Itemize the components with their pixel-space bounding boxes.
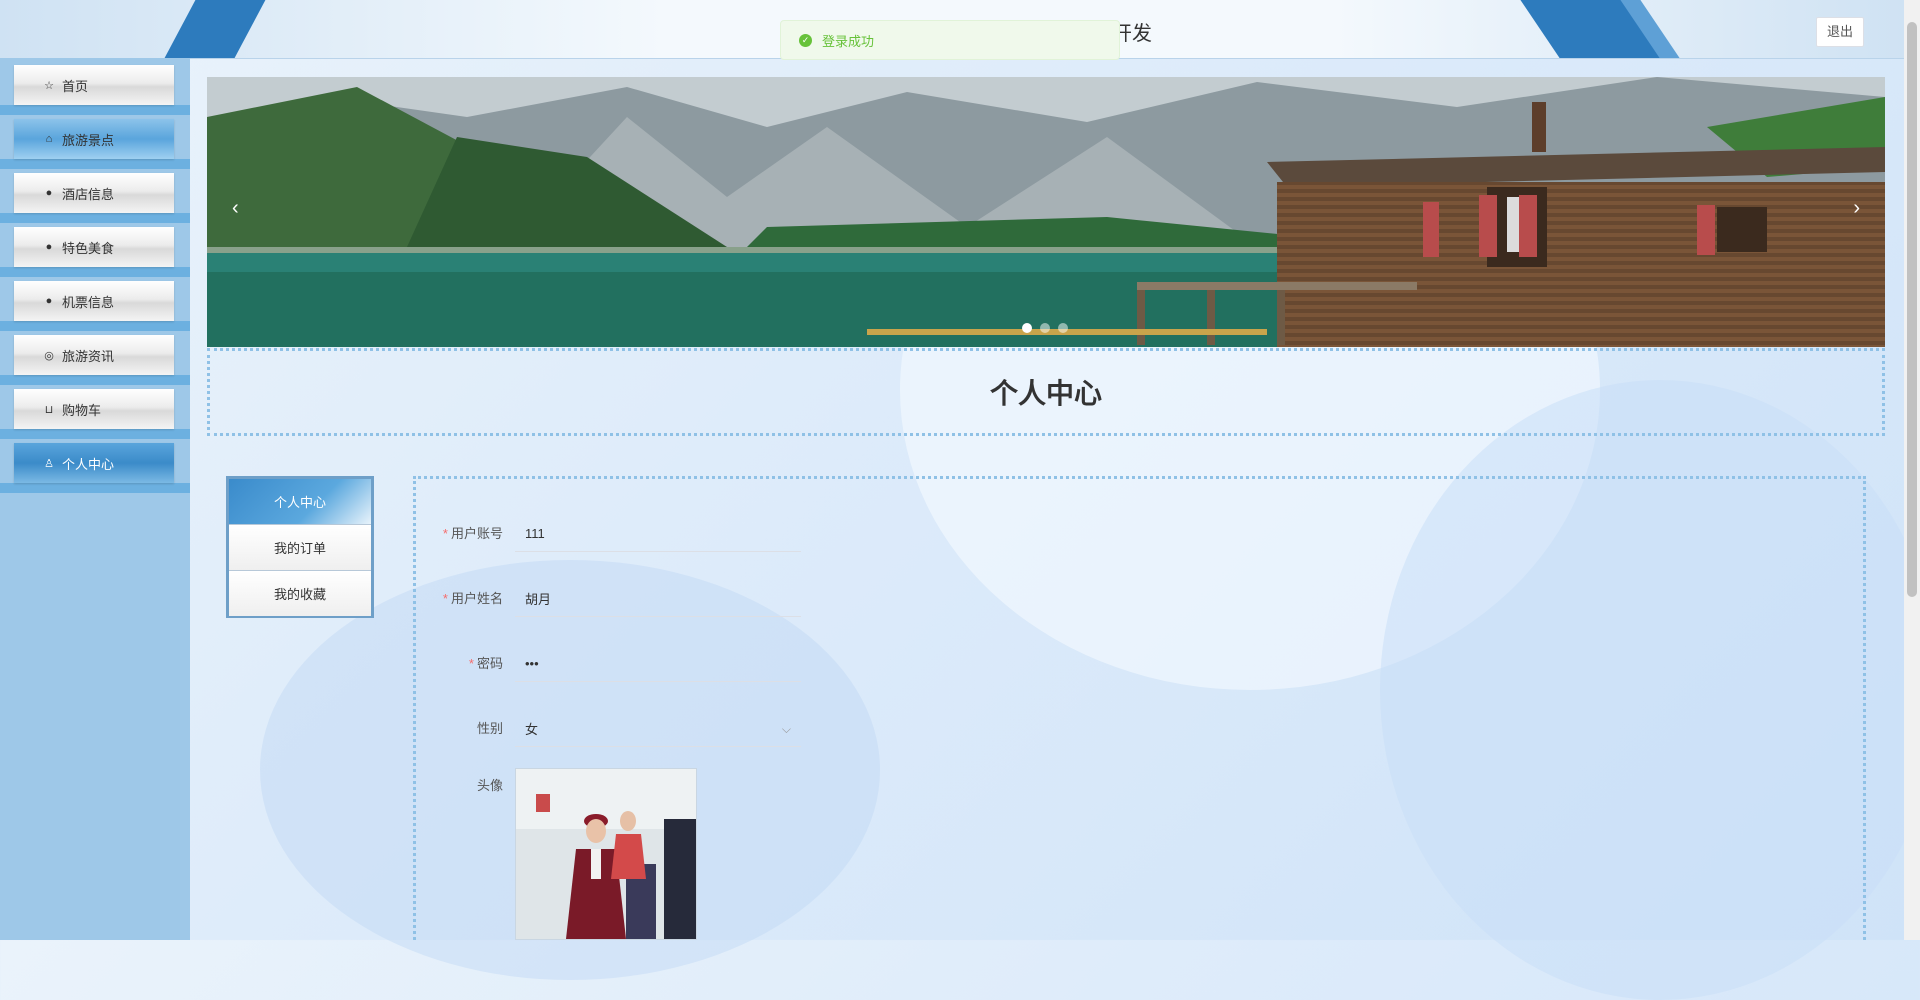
sidebar-item-label: 旅游资讯 [62,348,115,364]
carousel-indicators [1022,323,1068,333]
sidebar-item-label: 酒店信息 [62,186,115,202]
sidebar-item-label: 首页 [62,78,89,94]
gender-select[interactable]: 女 ⌵ [515,711,801,747]
nav-divider [0,483,190,493]
form-row-name: * 用户姓名 胡月 [416,581,801,617]
form-row-gender: 性别 女 ⌵ [416,711,801,747]
profile-form: * 用户账号 111 * 用户姓名 胡月 * 密码 ••• 性别 女 ⌵ 头像 [413,476,1866,940]
carousel-next-arrow-icon[interactable]: › [1853,197,1860,220]
nav-divider [0,105,190,115]
scrollbar-thumb[interactable] [1907,22,1917,597]
avatar-image[interactable] [515,768,697,940]
question-icon: ● [45,241,53,253]
required-mark: * [468,656,474,671]
sidebar-item-flights[interactable]: ● 机票信息 [14,281,174,321]
required-mark: * [442,591,448,606]
sidebar-item-food[interactable]: ● 特色美食 [14,227,174,267]
sidebar-item-label: 特色美食 [62,240,115,256]
field-label: * 用户姓名 [416,581,503,607]
account-field[interactable]: 111 [515,516,801,552]
tab-my-orders[interactable]: 我的订单 [229,525,371,571]
info-icon: ● [45,187,53,199]
form-row-account: * 用户账号 111 [416,516,801,552]
user-icon: ♙ [44,457,54,470]
required-mark: * [442,526,448,541]
sidebar-item-attractions[interactable]: ⌂ 旅游景点 [14,119,174,159]
sidebar-item-label: 个人中心 [62,456,115,472]
avatar-photo [516,769,696,939]
account-label: 用户账号 [450,526,503,541]
field-label: 性别 [416,711,503,737]
info-icon: ● [45,295,53,307]
tab-profile[interactable]: 个人中心 [229,479,371,525]
bag-icon: ⌂ [45,133,53,145]
carousel-dot[interactable] [1040,323,1050,333]
sidebar-item-label: 旅游景点 [62,132,115,148]
toast-message: 登录成功 [822,33,875,49]
field-label: 头像 [416,768,503,794]
star-icon: ☆ [44,79,54,92]
check-circle-icon: ✓ [799,33,812,47]
sidebar: ☆ 首页 ⌂ 旅游景点 ● 酒店信息 ● 特色美食 ● 机票信息 ◎ 旅游资讯 … [0,58,190,940]
banner-carousel: ‹ › [207,77,1885,347]
cart-icon: ⊔ [44,403,54,416]
field-label: * 用户账号 [416,516,503,542]
chevron-down-icon: ⌵ [781,722,791,736]
nav-divider [0,213,190,223]
nav-divider [0,321,190,331]
nav-divider [0,267,190,277]
sidebar-item-label: 机票信息 [62,294,115,310]
form-row-avatar: 头像 [416,768,697,940]
success-toast: ✓ 登录成功 [780,20,1120,60]
banner-image [207,77,1885,347]
gender-label: 性别 [476,721,503,736]
sidebar-item-home[interactable]: ☆ 首页 [14,65,174,105]
page-heading-panel: 个人中心 [207,348,1885,436]
logout-button[interactable]: 退出 [1816,17,1864,47]
nav-divider [0,159,190,169]
sidebar-item-hotels[interactable]: ● 酒店信息 [14,173,174,213]
form-row-password: * 密码 ••• [416,646,801,682]
header-stripe [164,0,266,58]
field-label: * 密码 [416,646,503,672]
sidebar-item-label: 购物车 [62,402,102,418]
profile-tabs: 个人中心 我的订单 我的收藏 [226,476,374,618]
name-field[interactable]: 胡月 [515,581,801,617]
name-label: 用户姓名 [450,591,503,606]
carousel-dot[interactable] [1022,323,1032,333]
carousel-dot[interactable] [1058,323,1068,333]
sidebar-item-profile[interactable]: ♙ 个人中心 [14,443,174,483]
page-scrollbar[interactable] [1904,0,1920,940]
page-title: 个人中心 [989,378,1102,409]
sidebar-item-cart[interactable]: ⊔ 购物车 [14,389,174,429]
nav-divider [0,429,190,439]
gender-selected-value: 女 [525,722,539,737]
tab-my-favorites[interactable]: 我的收藏 [229,571,371,616]
carousel-prev-arrow-icon[interactable]: ‹ [232,197,239,220]
avatar-label: 头像 [476,778,503,793]
password-label: 密码 [476,656,503,671]
globe-icon: ◎ [44,349,54,362]
nav-divider [0,375,190,385]
sidebar-item-news[interactable]: ◎ 旅游资讯 [14,335,174,375]
password-field[interactable]: ••• [515,646,801,682]
